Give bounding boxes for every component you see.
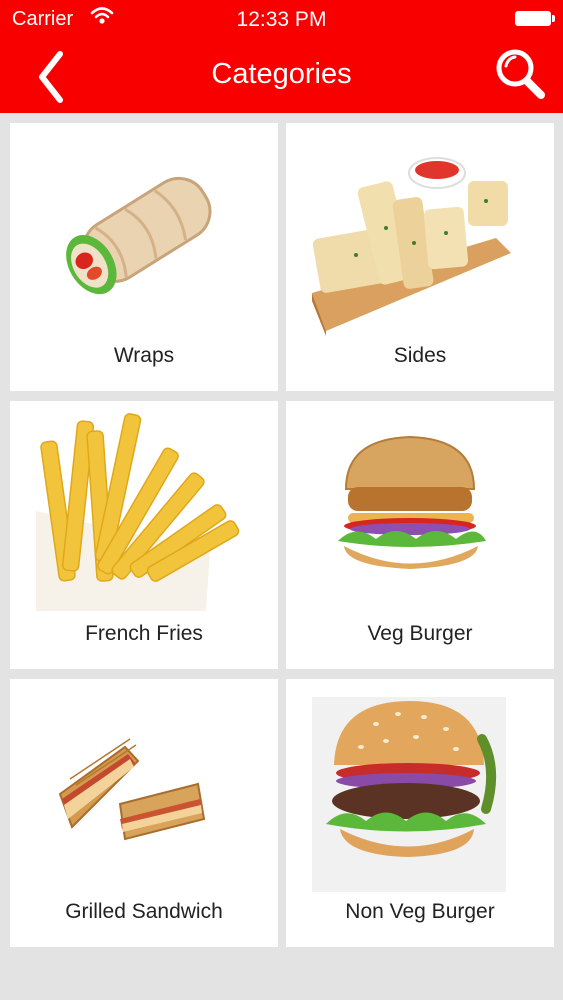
category-label: Veg Burger: [367, 622, 473, 645]
nav-bar: Categories: [0, 38, 563, 113]
veg-burger-image: [338, 435, 486, 569]
fries-image: [36, 413, 240, 611]
category-label: French Fries: [85, 622, 203, 645]
battery-icon: [515, 11, 555, 26]
search-button[interactable]: [493, 44, 549, 102]
category-grid: Wraps Sides French Fries Veg Burger Gril…: [0, 113, 563, 1000]
category-label: Non Veg Burger: [345, 900, 495, 923]
category-label: Sides: [393, 344, 447, 367]
status-bar: Carrier 12:33 PM: [0, 0, 563, 38]
non-veg-burger-image: [312, 697, 506, 892]
category-card-french-fries[interactable]: French Fries: [10, 401, 278, 669]
wrap-image: [66, 176, 212, 295]
category-card-wraps[interactable]: Wraps: [10, 123, 278, 391]
category-card-grilled-sandwich[interactable]: Grilled Sandwich: [10, 679, 278, 947]
category-label: Grilled Sandwich: [65, 900, 223, 923]
category-card-veg-burger[interactable]: Veg Burger: [286, 401, 554, 669]
category-card-non-veg-burger[interactable]: Non Veg Burger: [286, 679, 554, 947]
page-title: Categories: [211, 58, 352, 90]
status-time: 12:33 PM: [236, 8, 327, 31]
category-card-sides[interactable]: Sides: [286, 123, 554, 391]
search-icon: [496, 49, 545, 99]
sandwich-image: [58, 738, 206, 841]
category-label: Wraps: [113, 344, 175, 367]
app-header: Carrier 12:33 PM Categories: [0, 0, 563, 113]
garlic-bread-image: [312, 157, 511, 336]
